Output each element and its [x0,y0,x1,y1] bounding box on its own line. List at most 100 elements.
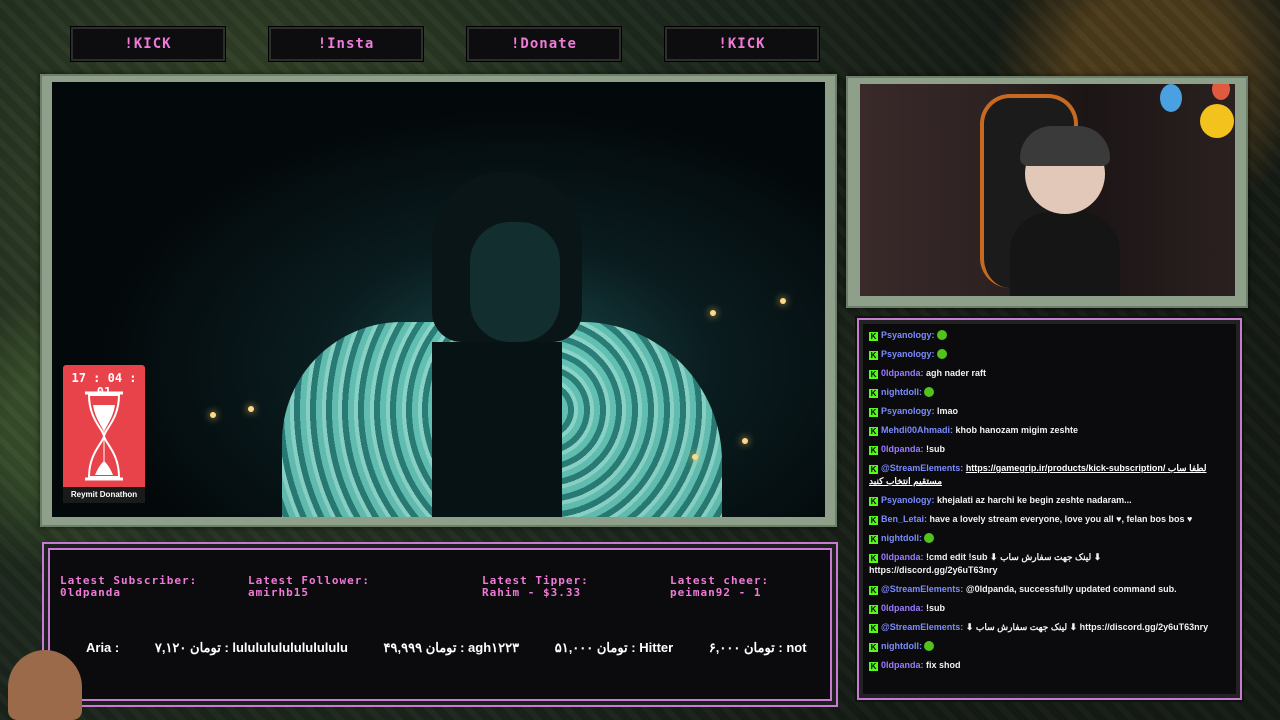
chat-text: !sub [926,603,946,613]
chat-username[interactable]: Psyanology: [881,349,937,359]
chat-username[interactable]: Psyanology: [881,330,937,340]
chat-message: K 0ldpanda: !sub [869,440,1232,459]
donate-button[interactable]: !Donate [467,27,621,61]
chat-username[interactable]: @StreamElements: [881,584,966,594]
toy-figure [1212,84,1230,100]
chat-message: K Psyanology: lmao [869,402,1232,421]
chat-text: agh nader raft [926,368,987,378]
chat-username[interactable]: Psyanology: [881,495,937,505]
street-light [692,454,698,460]
chat-panel[interactable]: K Psyanology: K Psyanology: K 0ldpanda: agh… [857,318,1242,700]
stream-info-bar: Latest Subscriber: 0ldpanda Latest Follo… [48,548,832,701]
kick-badge-icon: K [869,586,878,595]
chat-message: Knightdoll: [869,637,1232,656]
kick-badge-icon: K [869,662,878,671]
chat-message: K Psyanology: [869,326,1232,345]
chat-username[interactable]: @StreamElements: [881,463,966,473]
timer-label: Reymit Donathon [63,487,145,503]
emote-icon [924,533,935,543]
chat-messages[interactable]: K Psyanology: K Psyanology: K 0ldpanda: agh… [869,326,1232,692]
kick-badge-icon: K [869,389,878,398]
ticker-item: ۶,۰۰۰ تومان : not [708,640,807,655]
chat-message: K 0ldpanda: !cmd edit !sub ⬇ لینک جهت سفا… [869,548,1232,580]
chat-message: Knightdoll: [869,529,1232,548]
kick-badge-icon: K [869,427,878,436]
main-video [52,82,825,517]
ticker-item: ۷,۱۲۰ تومان : lulululululululululu [154,640,348,655]
latest-tipper-value: Rahim - $3.33 [482,586,582,599]
webcam-streamer-body [1010,212,1120,296]
kick-badge-icon: K [869,370,878,379]
kick-badge-icon: K [869,408,878,417]
kick-badge-icon: K [869,332,878,341]
chat-message: K @StreamElements: @0ldpanda, successfull… [869,580,1232,599]
street-light [210,412,216,418]
ticker-item: ۴۹,۹۹۹ تومان : agh۱۲۲۳ [383,640,520,655]
chat-message: Knightdoll: [869,383,1232,402]
kick-badge-icon: K [869,497,878,506]
street-light [780,298,786,304]
kick-badge-icon: K [869,554,878,563]
kick-button-2[interactable]: !KICK [665,27,819,61]
latest-follower-value: amirhb15 [248,586,309,599]
webcam-feed [860,84,1235,296]
video-jacket-shadow [432,342,562,517]
chat-username[interactable]: 0ldpanda: [881,368,926,378]
chat-username[interactable]: 0ldpanda: [881,603,926,613]
kick-badge-icon: K [869,535,878,544]
chat-username[interactable]: nightdoll: [881,533,924,543]
street-light [742,438,748,444]
cat-mascot [8,650,82,720]
kick-badge-icon: K [869,465,878,474]
chat-username[interactable]: Psyanology: [881,406,937,416]
chat-text: have a lovely stream everyone, love you … [929,514,1193,524]
chat-message: K Psyanology: [869,345,1232,364]
chat-username[interactable]: Ben_Letai: [881,514,930,524]
latest-subscriber-value: 0ldpanda [60,586,121,599]
kick-badge-icon: K [869,516,878,525]
ticker-item: ۵۱,۰۰۰ تومان : Hitter [554,640,674,655]
chat-text: fix shod [926,660,961,670]
kick-badge-icon: K [869,446,878,455]
emote-icon [937,330,948,340]
chat-text: khob hanozam migim zeshte [955,425,1079,435]
chat-text: khejalati az harchi ke begin zeshte nada… [937,495,1132,505]
chat-username[interactable]: Mehdi00Ahmadi: [881,425,956,435]
chat-message: K @StreamElements: ⬇ لینک جهت سفارش ساب ⬇… [869,618,1232,637]
kick-button[interactable]: !KICK [71,27,225,61]
insta-button[interactable]: !Insta [269,27,423,61]
chat-message: K @StreamElements: https://gamegrip.ir/pr… [869,459,1232,491]
chat-text: @0ldpanda, successfully updated command … [965,584,1177,594]
chat-message: K 0ldpanda: agh nader raft [869,364,1232,383]
hourglass-icon [85,391,123,481]
chat-username[interactable]: 0ldpanda: [881,444,926,454]
chat-message: K Mehdi00Ahmadi: khob hanozam migim zesht… [869,421,1232,440]
donation-ticker: Aria : ۷,۱۲۰ تومان : lululululululululul… [86,640,812,662]
kick-badge-icon: K [869,643,878,652]
chat-text: ⬇ لینک جهت سفارش ساب ⬇ https://discord.g… [965,622,1209,632]
chat-message: K Psyanology: khejalati az harchi ke begi… [869,491,1232,510]
donathon-timer: 17 : 04 : 01 Reymit Donathon [63,365,145,503]
chat-username[interactable]: 0ldpanda: [881,660,926,670]
chat-username[interactable]: @StreamElements: [881,622,966,632]
emote-icon [924,387,935,397]
kick-badge-icon: K [869,351,878,360]
chat-message: K Ben_Letai: have a lovely stream everyon… [869,510,1232,529]
webcam-streamer-hair [1020,126,1110,166]
chat-message: K 0ldpanda: fix shod [869,656,1232,675]
emote-icon [937,349,948,359]
chat-username[interactable]: nightdoll: [881,387,924,397]
street-light [710,310,716,316]
toy-figure [1200,104,1234,138]
kick-badge-icon: K [869,624,878,633]
kick-badge-icon: K [869,605,878,614]
street-light [248,406,254,412]
video-face [470,222,560,342]
chat-username[interactable]: nightdoll: [881,641,924,651]
chat-username[interactable]: 0ldpanda: [881,552,926,562]
chat-message: K 0ldpanda: !sub [869,599,1232,618]
emote-icon [924,641,935,651]
chat-text: lmao [937,406,959,416]
toy-figure [1160,84,1182,112]
chat-text: !sub [926,444,946,454]
